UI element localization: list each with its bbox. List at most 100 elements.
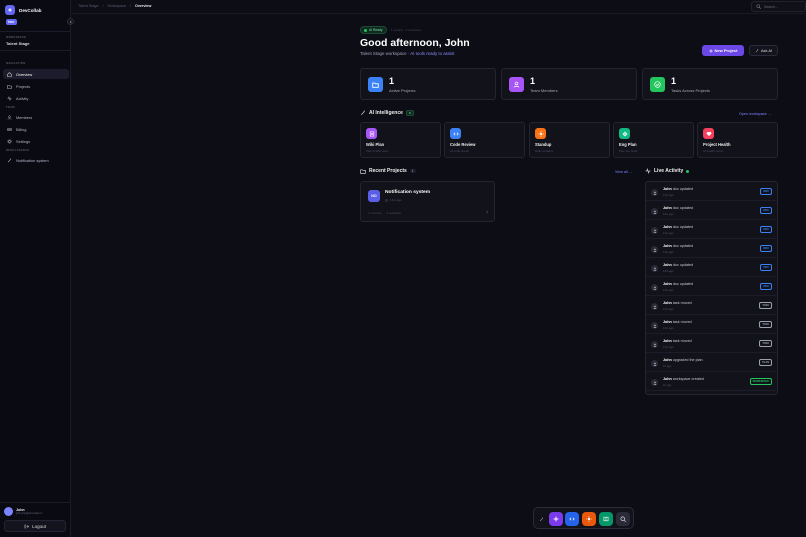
activity-user: John [663,339,672,343]
dock-standup-button[interactable] [582,512,596,526]
activity-text: John doc updated [663,225,693,229]
intel-section-label: INTELLIGENCE [6,149,30,152]
activity-action: doc updated [672,225,694,229]
logo-icon [5,5,15,15]
activity-item[interactable]: John task moved 13m ago TASK [646,297,777,315]
recent-projects-header: Recent Projects 1 [360,168,416,174]
ai-tool-count: 4 [405,110,414,116]
chevron-left-icon [69,20,72,23]
ask-ai-button[interactable]: Ask AI [749,45,778,56]
collapse-sidebar-button[interactable] [67,18,74,25]
activity-text: John upgraded the plan [663,358,703,362]
sidebar-item-label: Settings [16,138,31,144]
activity-time: 13m ago [663,232,674,235]
open-workspace-link[interactable]: Open workspace → [739,112,771,116]
activity-text: John task moved [663,339,692,343]
sidebar-item-overview[interactable]: Overview [3,69,69,79]
tool-card-standup[interactable]: Standup Daily updates [529,122,610,158]
activity-action: doc updated [672,206,694,210]
sidebar-item-notification-system[interactable]: Notification system [3,155,69,165]
user-icon [653,191,656,195]
sidebar-item-label: Activity [16,95,29,101]
avatar [651,208,658,215]
tool-card-wiki-plan[interactable]: Wiki Plan Plan & Wiki docs [360,122,441,158]
project-card[interactable]: NO Notification system 13m ago 1 member … [360,181,495,222]
activity-item[interactable]: John task moved 13m ago TASK [646,316,777,334]
sidebar-item-billing[interactable]: Billing [3,124,69,134]
user-profile[interactable]: John john.doe@devcollab.io [4,507,42,516]
search-input[interactable]: Search... [751,1,806,12]
activity-user: John [663,263,672,267]
avatar [651,341,658,348]
tool-subtitle: Daily updates [535,149,554,153]
stat-card-team-members[interactable]: 1 Team Members [501,68,637,100]
activity-item[interactable]: John doc updated 13m ago DOC [646,221,777,239]
header-meta: 1 project · 1 members [391,28,422,32]
stat-card-active-projects[interactable]: 1 Active Projects [360,68,496,100]
activity-item[interactable]: John doc updated 13m ago DOC [646,259,777,277]
dock-search-button[interactable] [616,512,630,526]
search-placeholder: Search... [764,4,779,9]
avatar [651,284,658,291]
sidebar-item-members[interactable]: Members [3,112,69,122]
stat-value: 1 [530,76,536,86]
activity-text: John doc updated [663,263,693,267]
activity-time: 13m ago [663,194,674,197]
activity-time: 13m ago [663,251,674,254]
sidebar-item-label: Notification system [16,157,49,163]
dock-code-button[interactable] [565,512,579,526]
activity-item[interactable]: John upgraded the plan 1h ago PLAN [646,354,777,372]
brand[interactable]: DevCollab [5,5,41,15]
activity-action: task moved [672,301,692,305]
user-icon [653,229,656,233]
sidebar-item-activity[interactable]: Activity [3,93,69,103]
tool-name: Wiki Plan [366,142,385,147]
user-icon [653,305,656,309]
tool-card-code-review[interactable]: Code Review AI code check [444,122,525,158]
dock-wiki-button[interactable] [599,512,613,526]
activity-time: 13m ago [663,346,674,349]
tool-card-project-health[interactable]: Project Health AI health report [697,122,778,158]
dock-add-button[interactable] [549,512,563,526]
activity-item[interactable]: John doc updated 13m ago DOC [646,240,777,258]
breadcrumb: Talent Stage / Workspace / Overview [78,4,151,8]
view-all-link[interactable]: View all → [615,170,632,174]
activity-text: John workspace created [663,377,704,381]
project-avatar: NO [368,190,380,202]
project-name: Notification system [385,190,431,195]
check-circle-icon [650,77,665,92]
project-time: 13m ago [390,198,402,202]
tool-card-eng-plan[interactable]: Eng Plan Plan the build [613,122,694,158]
activity-text: John doc updated [663,282,693,286]
activity-item[interactable]: John doc updated 13m ago DOC [646,183,777,201]
sidebar: DevCollab PRO WORKSPACE Talent Stage NAV… [0,0,74,537]
plan-icon [619,128,630,139]
activity-item[interactable]: John doc updated 13m ago DOC [646,202,777,220]
wand-icon [7,158,11,162]
activity-item[interactable]: John task moved 13m ago TASK [646,335,777,353]
breadcrumb-item[interactable]: Talent Stage [78,4,99,8]
tool-subtitle: Plan the build [619,149,638,153]
user-icon [653,210,656,214]
live-activity-header: Live Activity [645,168,690,174]
workspace-name[interactable]: Talent Stage [6,41,30,46]
activity-item[interactable]: John doc updated 13m ago DOC [646,278,777,296]
activity-user: John [663,301,672,305]
breadcrumb-item[interactable]: Workspace [108,4,126,8]
sidebar-item-label: Members [16,114,33,120]
sun-icon [535,128,546,139]
activity-feed: John doc updated 13m ago DOC John doc updat… [645,181,778,395]
stat-card-tasks[interactable]: 1 Tasks Across Projects [642,68,778,100]
breadcrumb-current: Overview [134,4,152,8]
activity-time: 13m ago [663,308,674,311]
activity-user: John [663,225,672,229]
activity-item[interactable]: John workspace created 1h ago WORKSPACE [646,373,777,391]
sidebar-item-projects[interactable]: Projects [3,81,69,91]
user-icon [653,362,656,366]
activity-tag: DOC [760,207,772,214]
activity-tag: WORKSPACE [749,378,772,385]
logout-button[interactable]: Logout [4,520,66,532]
user-icon [653,286,656,290]
sidebar-item-settings[interactable]: Settings [3,136,69,146]
new-project-button[interactable]: New Project [702,45,744,56]
